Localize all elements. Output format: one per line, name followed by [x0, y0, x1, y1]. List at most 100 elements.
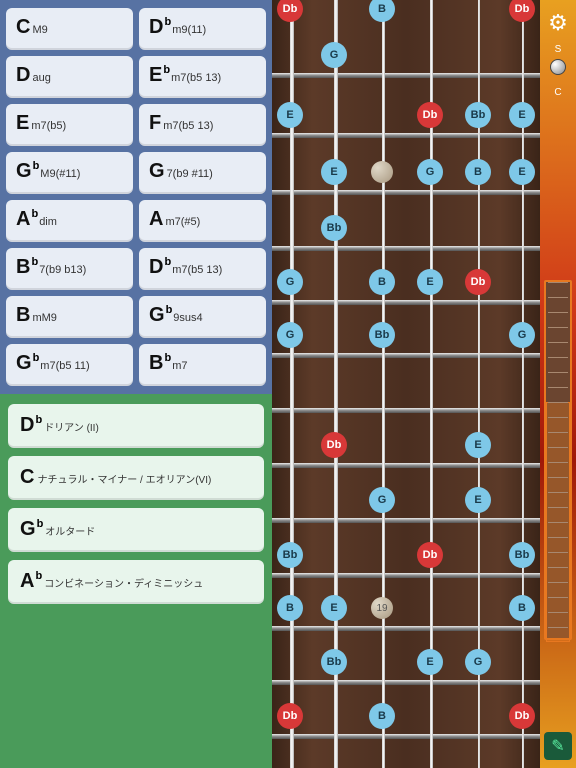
note-dot[interactable]: E	[321, 595, 347, 621]
note-dot[interactable]: E	[509, 159, 535, 185]
note-dot[interactable]: G	[465, 649, 491, 675]
mini-fret-line	[548, 417, 568, 418]
switch-knob[interactable]	[550, 59, 566, 75]
scale-button[interactable]: Abコンビネーション・ディミニッシュ	[8, 560, 264, 604]
chord-suffix: dim	[39, 216, 57, 228]
note-dot[interactable]: E	[509, 102, 535, 128]
note-dot[interactable]: Bb	[321, 649, 347, 675]
note-dot[interactable]: B	[369, 269, 395, 295]
note-dot[interactable]: B	[369, 703, 395, 729]
note-dot[interactable]: G	[417, 159, 443, 185]
fret-wire	[272, 353, 540, 358]
chord-button[interactable]: Am7(#5)	[139, 200, 266, 242]
chord-root: A	[16, 208, 30, 231]
note-dot[interactable]: G	[277, 269, 303, 295]
note-dot[interactable]: B	[277, 595, 303, 621]
chord-button[interactable]: Gbm7(b5 11)	[6, 344, 133, 386]
mini-fret-line	[548, 477, 568, 478]
mini-fretboard[interactable]	[544, 280, 572, 640]
chord-button[interactable]: Abdim	[6, 200, 133, 242]
fret-marker: 19	[371, 597, 393, 619]
chord-button[interactable]: Daug	[6, 56, 133, 98]
note-dot[interactable]: Bb	[277, 542, 303, 568]
mini-fret-line	[548, 432, 568, 433]
note-dot[interactable]: E	[321, 159, 347, 185]
chord-root: A	[149, 208, 163, 231]
note-dot[interactable]: Db	[277, 0, 303, 22]
string[interactable]	[382, 0, 385, 768]
chord-button[interactable]: Dbm9(11)	[139, 8, 266, 50]
chord-button[interactable]: BmM9	[6, 296, 133, 338]
chord-suffix: aug	[32, 72, 50, 84]
note-dot[interactable]: Db	[321, 432, 347, 458]
scale-name: ドリアン (II)	[44, 419, 99, 434]
note-dot[interactable]: Bb	[509, 542, 535, 568]
fret-wire	[272, 300, 540, 305]
chord-button[interactable]: Bbm7	[139, 344, 266, 386]
chord-button[interactable]: GbM9(#11)	[6, 152, 133, 194]
chord-root: F	[149, 112, 161, 135]
note-dot[interactable]: Db	[465, 269, 491, 295]
chord-button[interactable]: Em7(b5)	[6, 104, 133, 146]
scale-name: ナチュラル・マイナー / エオリアン(VI)	[37, 471, 211, 486]
scale-button[interactable]: Cナチュラル・マイナー / エオリアン(VI)	[8, 456, 264, 500]
chord-suffix: mM9	[32, 312, 56, 324]
chord-button[interactable]: Bb7(b9 b13)	[6, 248, 133, 290]
note-dot[interactable]: Bb	[369, 322, 395, 348]
chord-flat: b	[31, 256, 38, 268]
chord-flat: b	[33, 352, 40, 364]
mini-fret-line	[548, 492, 568, 493]
note-dot[interactable]: G	[277, 322, 303, 348]
chord-button[interactable]: Dbm7(b5 13)	[139, 248, 266, 290]
edit-button[interactable]: ✎	[544, 732, 572, 760]
note-dot[interactable]: Db	[509, 703, 535, 729]
note-dot[interactable]: E	[465, 432, 491, 458]
scale-root: C	[20, 466, 34, 489]
chord-button[interactable]: Gb9sus4	[139, 296, 266, 338]
mini-fret-line	[548, 297, 568, 298]
chord-suffix: m7(b5 13)	[171, 72, 221, 84]
mini-fret-line	[548, 342, 568, 343]
chord-flat: b	[164, 352, 171, 364]
scale-button[interactable]: Dbドリアン (II)	[8, 404, 264, 448]
note-dot[interactable]: Db	[417, 102, 443, 128]
note-dot[interactable]: E	[417, 649, 443, 675]
chord-suffix: M9(#11)	[40, 168, 80, 180]
chord-suffix: m7(b5)	[31, 120, 66, 132]
chord-root: D	[149, 256, 163, 279]
fret-marker	[371, 161, 393, 183]
switch-label-c: C	[554, 87, 561, 98]
fretboard[interactable]: 91215171921DbBDbGEDbBbEEGBEBbGBEDbGBbGDb…	[272, 0, 540, 768]
fret-wire	[272, 573, 540, 578]
chord-button[interactable]: Ebm7(b5 13)	[139, 56, 266, 98]
note-dot[interactable]: B	[509, 595, 535, 621]
fret-wire	[272, 463, 540, 468]
note-dot[interactable]: Bb	[321, 215, 347, 241]
scale-button[interactable]: Gbオルタード	[8, 508, 264, 552]
chord-suffix: m7(#5)	[165, 216, 200, 228]
note-dot[interactable]: B	[465, 159, 491, 185]
note-dot[interactable]: E	[465, 487, 491, 513]
chord-button[interactable]: CM9	[6, 8, 133, 50]
fret-wire	[272, 626, 540, 631]
mini-fret-line	[548, 387, 568, 388]
note-dot[interactable]: B	[369, 0, 395, 22]
chord-button[interactable]: G7(b9 #11)	[139, 152, 266, 194]
note-dot[interactable]: Db	[509, 0, 535, 22]
chord-root: G	[149, 160, 165, 183]
chord-button[interactable]: Fm7(b5 13)	[139, 104, 266, 146]
mini-fret-line	[548, 597, 568, 598]
note-dot[interactable]: Db	[417, 542, 443, 568]
note-dot[interactable]: G	[321, 42, 347, 68]
note-dot[interactable]: Db	[277, 703, 303, 729]
note-dot[interactable]: G	[509, 322, 535, 348]
note-dot[interactable]: E	[277, 102, 303, 128]
note-dot[interactable]: E	[417, 269, 443, 295]
settings-icon[interactable]: ⚙	[548, 10, 568, 36]
scale-flat: b	[35, 570, 42, 582]
note-dot[interactable]: G	[369, 487, 395, 513]
scale-root: D	[20, 414, 34, 437]
note-dot[interactable]: Bb	[465, 102, 491, 128]
chord-flat: b	[33, 160, 40, 172]
switch-label-s: S	[555, 44, 562, 55]
